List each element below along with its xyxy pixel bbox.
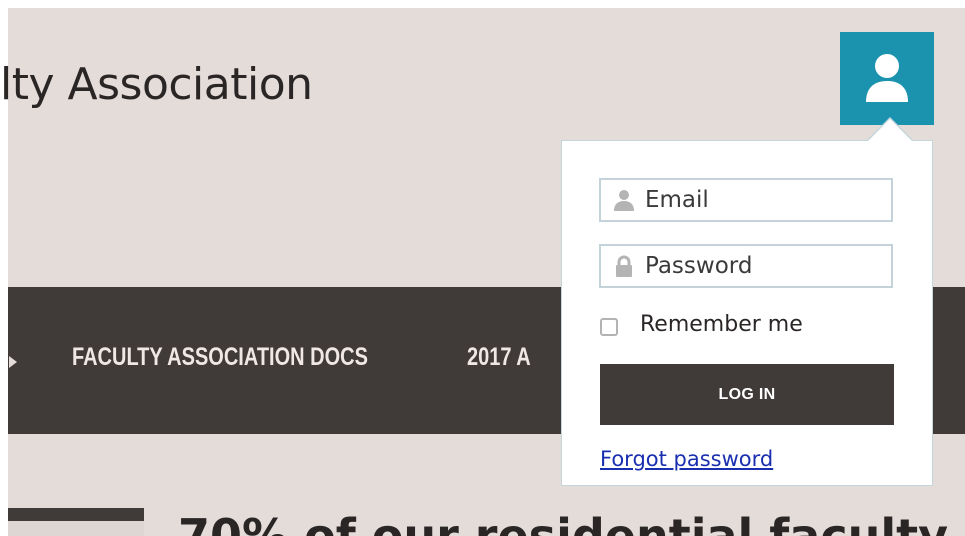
user-account-button[interactable]	[840, 32, 934, 125]
nav-item-faculty-association-docs[interactable]: FACULTY ASSOCIATION DOCS	[72, 345, 368, 370]
email-field[interactable]	[599, 178, 893, 222]
user-icon	[866, 54, 908, 102]
feature-image-content	[8, 521, 144, 536]
login-panel-caret	[867, 119, 913, 142]
nav-item-2017[interactable]: 2017 A	[467, 345, 531, 370]
password-input[interactable]	[645, 246, 885, 286]
log-in-button[interactable]: LOG IN	[600, 364, 894, 425]
nav-arrow-right-icon[interactable]	[9, 356, 17, 368]
remember-me-label[interactable]: Remember me	[640, 314, 803, 336]
forgot-password-link[interactable]: Forgot password	[600, 449, 773, 470]
page: lty Association FACULTY ASSOCIATION DOCS…	[0, 0, 965, 536]
lock-icon	[613, 255, 635, 281]
password-field[interactable]	[599, 244, 893, 288]
article-headline[interactable]: 70% of our residential faculty are	[178, 513, 965, 536]
email-input[interactable]	[645, 180, 885, 220]
remember-me-checkbox[interactable]	[600, 318, 618, 336]
user-icon	[613, 189, 635, 215]
site-title[interactable]: lty Association	[0, 63, 313, 107]
